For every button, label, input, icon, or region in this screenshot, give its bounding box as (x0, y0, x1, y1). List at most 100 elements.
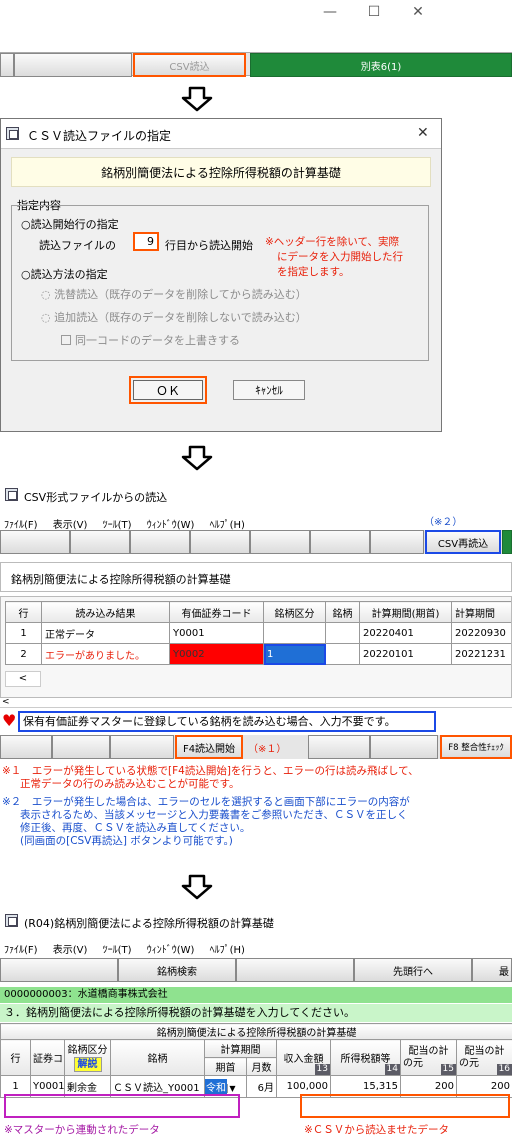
cell-result-error[interactable]: エラーがありました。 (41, 643, 170, 665)
toolbar-button-blank[interactable] (190, 530, 250, 554)
csv-data-highlight (300, 1094, 510, 1118)
grid-title: 銘柄別簡便法による控除所得税額の計算基礎 (0, 1023, 512, 1040)
toolbar-button-green[interactable] (502, 530, 512, 554)
menu-bar: ﾌｧｲﾙ(F) 表示(V) ﾂｰﾙ(T) ｳｨﾝﾄﾞｳ(W) ﾍﾙﾌﾟ(H) (4, 941, 257, 956)
toolbar-button-blank[interactable] (14, 53, 132, 77)
table-row[interactable]: 2 エラーがありました。 Y0002 1 20220101 20221231 (5, 643, 511, 665)
col-header-c16: 配当の計 の元 16 (455, 1039, 512, 1076)
toolbar-button-blank[interactable] (70, 530, 130, 554)
cell-result[interactable]: 正常データ (41, 622, 170, 644)
toolbar-button-partial[interactable]: 最 (472, 958, 512, 982)
toolbar-button-blank[interactable] (0, 530, 70, 554)
toolbar-button-blank[interactable] (0, 53, 14, 77)
col-header-code: 証券コ (30, 1039, 65, 1076)
down-arrow-icon (181, 86, 213, 112)
f4-load-start-button[interactable]: F4読込開始 (175, 735, 243, 759)
close-icon[interactable]: ✕ (408, 4, 428, 20)
col-header-period: 計算期間 (204, 1039, 277, 1058)
cell-start[interactable]: 20220101 (359, 643, 452, 665)
ok-button[interactable]: ＯＫ (133, 380, 203, 400)
option-start-row[interactable]: ○読込開始行の指定 (21, 216, 119, 232)
dialog-title: ＣＳＶ読込ファイルの指定 (27, 129, 172, 143)
table-row[interactable]: 1 正常データ Y0001 20220401 20220930 (5, 622, 511, 644)
horizontal-scrollbar[interactable]: < (0, 698, 512, 708)
goto-first-row-button[interactable]: 先頭行へ (354, 958, 472, 982)
fkey-button-blank[interactable] (370, 735, 438, 759)
company-bar: 0000000003：水道橋商事株式会社 (0, 987, 512, 1003)
col-header-result: 読み込み結果 (41, 601, 170, 623)
note2-label: （※２） (424, 517, 463, 528)
start-row-input[interactable]: 9 (133, 232, 159, 251)
search-meigara-button[interactable]: 銘柄検索 (118, 958, 236, 982)
col-header-kubun: 銘柄区分 解説 (64, 1039, 111, 1076)
start-row-suffix: 行目から読込開始 (165, 239, 253, 252)
col-header-row: 行 (0, 1039, 31, 1076)
csv-grid: 行 読み込み結果 有価証券コード 銘柄区分 銘柄 計算期間(期首) 計算期間 1… (5, 601, 511, 665)
result-window: (R04)銘柄別簡便法による控除所得税額の計算基礎 ﾌｧｲﾙ(F) 表示(V) … (0, 908, 512, 1137)
cell-end[interactable]: 20221231 (451, 643, 511, 665)
csv-caption: 銘柄別簡便法による控除所得税額の計算基礎 (0, 562, 512, 592)
start-row-note: ※ヘッダー行を除いて、実際 にデータを入力開始した行 を指定します。 (265, 236, 403, 278)
cell-row-no[interactable]: 1 (5, 622, 42, 644)
dialog-banner: 銘柄別簡便法による控除所得税額の計算基礎 (11, 157, 431, 187)
era-select[interactable]: 令和 (205, 1079, 227, 1094)
f8-check-button[interactable]: F8 整合性ﾁｪｯｸ (440, 735, 512, 759)
note2-mark: ※２ (2, 796, 22, 808)
cell-kubun[interactable] (263, 622, 326, 644)
note-master: ※マスターから連動されたデータ (4, 1124, 160, 1136)
cell-code[interactable]: Y0001 (169, 622, 264, 644)
hint-row: ♥ 保有有価証券マスターに登録している銘柄を読み込む場合、入力不要です。 (0, 711, 512, 733)
menu-bar: ﾌｧｲﾙ(F) 表示(V) ﾂｰﾙ(T) ｳｨﾝﾄﾞｳ(W) ﾍﾙﾌﾟ(H) (4, 516, 257, 531)
toolbar-button-blank[interactable] (130, 530, 190, 554)
fkey-button-blank[interactable] (52, 735, 110, 759)
maximize-icon[interactable]: ☐ (364, 4, 384, 20)
toolbar-button-blank[interactable] (250, 530, 310, 554)
cancel-button[interactable]: ｷｬﾝｾﾙ (233, 380, 305, 400)
col-header-c15: 配当の計 の元 15 (400, 1039, 457, 1076)
menu-view[interactable]: 表示(V) (53, 945, 88, 956)
cell-code-error[interactable]: Y0002 (169, 643, 264, 665)
csv-load-button[interactable]: CSV読込 (133, 53, 246, 77)
ok-button-frame: ＯＫ (129, 376, 207, 404)
col-header-end: 計算期間 (451, 601, 511, 623)
toolbar-button-blank[interactable] (310, 530, 370, 554)
cell-meigara[interactable] (325, 643, 360, 665)
toolbar-button-blank[interactable] (370, 530, 424, 554)
col-header-kubun: 銘柄区分 (263, 601, 326, 623)
col-header-meigara: 銘柄 (325, 601, 360, 623)
cell-start[interactable]: 20220401 (359, 622, 452, 644)
cell-months[interactable]: 6月 (246, 1075, 277, 1098)
menu-window[interactable]: ｳｨﾝﾄﾞｳ(W) (147, 945, 195, 956)
csv-import-window: CSV形式ファイルからの読込 ﾌｧｲﾙ(F) 表示(V) ﾂｰﾙ(T) ｳｨﾝﾄ… (0, 480, 512, 756)
option-load-method[interactable]: ○読込方法の指定 (21, 266, 108, 282)
csv-grid-container: 行 読み込み結果 有価証券コード 銘柄区分 銘柄 計算期間(期首) 計算期間 1… (0, 596, 512, 698)
toolbar-button-blank[interactable] (236, 958, 354, 982)
cell-row-no[interactable]: 2 (5, 643, 42, 665)
csv-window-title: CSV形式ファイルからの読込 (24, 491, 168, 504)
fkey-button-blank[interactable] (308, 735, 370, 759)
grid-scroll-left-icon[interactable]: < (5, 671, 41, 687)
fkey-button-blank[interactable] (110, 735, 174, 759)
cell-end[interactable]: 20220930 (451, 622, 511, 644)
csv-reload-button[interactable]: CSV再読込 (425, 530, 501, 554)
down-arrow-icon (181, 445, 213, 471)
menu-help[interactable]: ﾍﾙﾌﾟ(H) (210, 945, 245, 956)
radio-append[interactable]: ◌ 追加読込（既存のデータを削除しないで読み込む） (41, 309, 307, 325)
chevron-down-icon[interactable]: ▼ (227, 1084, 237, 1093)
toolbar-button-blank[interactable] (0, 958, 118, 982)
footnote-2: ※２ エラーが発生した場合は、エラーのセルを選択すると画面下部にエラーの内容が … (2, 796, 410, 847)
kaisetsu-button[interactable]: 解説 (73, 1056, 102, 1072)
fkey-button-blank[interactable] (0, 735, 52, 759)
menu-file[interactable]: ﾌｧｲﾙ(F) (4, 945, 38, 956)
sheet6-button[interactable]: 別表6(1) (250, 53, 512, 77)
radio-overwrite[interactable]: ◌ 洗替読込（既存のデータを削除してから読み込む） (41, 286, 307, 302)
col-header-months: 月数 (246, 1057, 277, 1076)
cell-meigara[interactable] (325, 622, 360, 644)
check-same-code[interactable]: 同一コードのデータを上書きする (61, 332, 240, 348)
start-row-prefix: 読込ファイルの (39, 239, 116, 252)
close-icon[interactable]: ✕ (417, 125, 429, 141)
minimize-icon[interactable]: — (320, 4, 340, 20)
menu-tool[interactable]: ﾂｰﾙ(T) (103, 945, 132, 956)
col-header-row: 行 (5, 601, 42, 623)
cell-kubun-selected[interactable]: 1 (263, 643, 326, 665)
